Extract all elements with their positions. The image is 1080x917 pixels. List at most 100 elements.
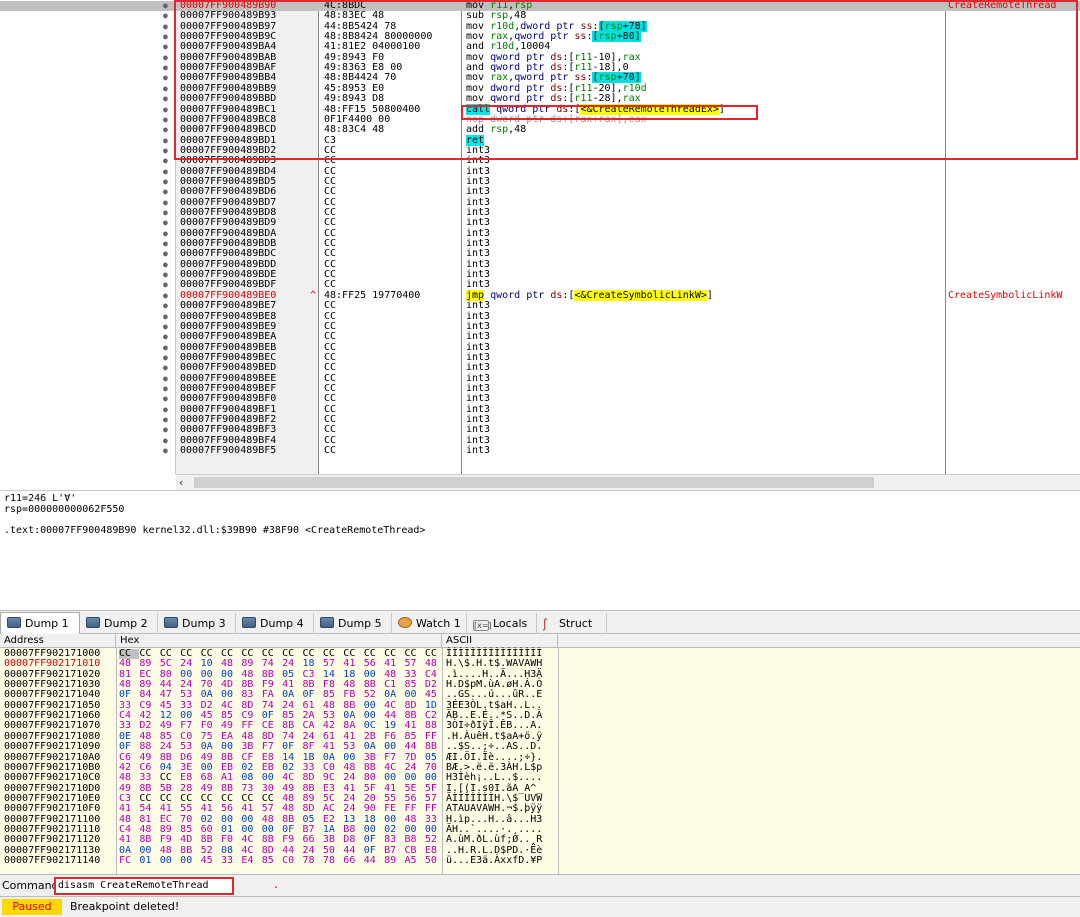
disasm-row[interactable]: ● 00007FF900489BD7 CC int3 [0,197,1080,208]
disasm-row[interactable]: ● 00007FF900489BEF CC int3 [0,383,1080,394]
command-input[interactable]: disasm CreateRemoteThread [54,877,234,895]
dump-row[interactable]: 00007FF902171090 0F 88 24 53 0A 00 3B F7 0F 8F 41 53… [0,741,1080,752]
breakpoint-dot-icon[interactable]: ● [163,425,168,435]
dump-ascii[interactable]: ü...E3ä.ÀxxfD.¥P [446,855,542,866]
disasm-row[interactable]: ● 00007FF900489BF2 CC int3 [0,414,1080,425]
disasm-row[interactable]: ● 00007FF900489BC8 0F1F4400 00 nop dword pt… [0,114,1080,125]
breakpoint-dot-icon[interactable]: ● [163,146,168,156]
breakpoint-dot-icon[interactable]: ● [163,53,168,63]
disasm-row[interactable]: ● 00007FF900489BEE CC int3 [0,373,1080,384]
dump-ascii[interactable]: ..$S..;÷..AS..D. [446,741,542,752]
disasm-row[interactable]: ● 00007FF900489BED CC int3 [0,362,1080,373]
breakpoint-dot-icon[interactable]: ● [163,22,168,32]
disasm-row[interactable]: ● 00007FF900489BD6 CC int3 [0,186,1080,197]
disasm-row[interactable]: ● 00007FF900489BD2 CC int3 [0,145,1080,156]
disasm-row[interactable]: ● 00007FF900489BEB CC int3 [0,342,1080,353]
dump-pane[interactable]: Address Hex ASCII 00007FF902171000 CC CC CC… [0,634,1080,874]
breakpoint-dot-icon[interactable]: ● [163,270,168,280]
breakpoint-dot-icon[interactable]: ● [163,280,168,290]
disasm-row[interactable]: ● 00007FF900489BCD 48:83C4 48 add rsp,48 [0,124,1080,135]
disasm-row[interactable]: ● 00007FF900489BDE CC int3 [0,269,1080,280]
dump-hex-bytes[interactable]: FC 01 00 00 45 33 E4 85 C0 78 78 66 44 89 A5 50 [119,855,445,866]
breakpoint-dot-icon[interactable]: ● [163,384,168,394]
dump-row[interactable]: 00007FF9021710C0 48 33 CC E8 68 A1 08 00 4C 8D 9C 24… [0,772,1080,783]
disasm-row[interactable]: ● 00007FF900489BEA CC int3 [0,331,1080,342]
dump-hex-bytes[interactable]: 48 33 CC E8 68 A1 08 00 4C 8D 9C 24 80 00 00 00 [119,772,445,783]
disasm-row[interactable]: ● 00007FF900489B90 4C:8BDC mov r11,rsp Creat… [0,0,1080,12]
breakpoint-dot-icon[interactable]: ● [163,198,168,208]
disasm-row[interactable]: ● 00007FF900489BD4 CC int3 [0,166,1080,177]
tab-struct[interactable]: ʃ Struct [537,613,607,634]
disasm-row[interactable]: ● 00007FF900489BDB CC int3 [0,238,1080,249]
breakpoint-dot-icon[interactable]: ● [163,260,168,270]
disassembly-pane[interactable]: ● 00007FF900489B90 4C:8BDC mov r11,rsp Creat… [0,0,1080,490]
breakpoint-dot-icon[interactable]: ● [163,301,168,311]
breakpoint-dot-icon[interactable]: ● [163,73,168,83]
header-ascii[interactable]: ASCII [442,634,558,648]
disasm-row[interactable]: ● 00007FF900489BDD CC int3 [0,259,1080,270]
breakpoint-dot-icon[interactable]: ● [163,136,168,146]
breakpoint-dot-icon[interactable]: ● [163,415,168,425]
header-address[interactable]: Address [0,634,116,648]
breakpoint-dot-icon[interactable]: ● [163,42,168,52]
tab-watch-1[interactable]: Watch 1 [392,613,467,634]
breakpoint-dot-icon[interactable]: ● [163,11,168,21]
disasm-row[interactable]: ● 00007FF900489BF5 CC int3 [0,445,1080,456]
breakpoint-dot-icon[interactable]: ● [163,332,168,342]
breakpoint-dot-icon[interactable]: ● [163,229,168,239]
disasm-row[interactable]: ● 00007FF900489BE0 ^ 48:FF25 19770400 jmp qw… [0,289,1080,301]
breakpoint-dot-icon[interactable]: ● [163,156,168,166]
tab-dump-4[interactable]: Dump 4 [236,613,314,634]
breakpoint-dot-icon[interactable]: ● [163,94,168,104]
breakpoint-dot-icon[interactable]: ● [163,239,168,249]
scroll-left-icon[interactable]: ‹ [178,476,190,489]
breakpoint-dot-icon[interactable]: ● [163,374,168,384]
breakpoint-dot-icon[interactable]: ● [163,84,168,94]
tab-dump-2[interactable]: Dump 2 [80,613,158,634]
breakpoint-dot-icon[interactable]: ● [163,436,168,446]
breakpoint-dot-icon[interactable]: ● [163,115,168,125]
tab-dump-5[interactable]: Dump 5 [314,613,392,634]
tab-locals[interactable]: [x=]Locals [467,613,537,634]
disasm-row[interactable]: ● 00007FF900489BD1 C3 ret [0,134,1080,146]
breakpoint-dot-icon[interactable]: ● [163,167,168,177]
disasm-row[interactable]: ● 00007FF900489BE7 CC int3 [0,300,1080,311]
tab-dump-1[interactable]: Dump 1 [0,612,80,635]
disasm-row[interactable]: ● 00007FF900489BD5 CC int3 [0,176,1080,187]
breakpoint-dot-icon[interactable]: ● [163,249,168,259]
breakpoint-dot-icon[interactable]: ● [163,125,168,135]
disasm-row[interactable]: ● 00007FF900489BDA CC int3 [0,228,1080,239]
disasm-row[interactable]: ● 00007FF900489BF3 CC int3 [0,424,1080,435]
dump-ascii[interactable]: H3Ìèh¡..L..$.... [446,772,542,783]
header-hex[interactable]: Hex [116,634,442,648]
disasm-row[interactable]: ● 00007FF900489BF0 CC int3 [0,393,1080,404]
breakpoint-dot-icon[interactable]: ● [163,105,168,115]
breakpoint-dot-icon[interactable]: ● [163,63,168,73]
breakpoint-dot-icon[interactable]: ● [163,394,168,404]
breakpoint-dot-icon[interactable]: ● [163,343,168,353]
breakpoint-dot-icon[interactable]: ● [163,218,168,228]
dump-hex-bytes[interactable]: 0F 88 24 53 0A 00 3B F7 0F 8F 41 53 0A 00 44 8B [119,741,445,752]
horizontal-scrollbar[interactable]: ‹ [176,474,1080,490]
disasm-row[interactable]: ● 00007FF900489BD9 CC int3 [0,217,1080,228]
scrollbar-thumb[interactable] [194,477,874,488]
breakpoint-dot-icon[interactable]: ● [163,187,168,197]
breakpoint-dot-icon[interactable]: ● [163,405,168,415]
disasm-row[interactable]: ● 00007FF900489BDC CC int3 [0,249,1080,260]
breakpoint-dot-icon[interactable]: ● [163,177,168,187]
tab-dump-3[interactable]: Dump 3 [158,613,236,634]
breakpoint-dot-icon[interactable]: ● [163,208,168,218]
breakpoint-dot-icon[interactable]: ● [163,322,168,332]
breakpoint-dot-icon[interactable]: ● [163,446,168,456]
breakpoint-dot-icon[interactable]: ● [163,312,168,322]
disasm-row[interactable]: ● 00007FF900489BE9 CC int3 [0,321,1080,332]
disasm-row[interactable]: ● 00007FF900489BF4 CC int3 [0,435,1080,446]
disasm-row[interactable]: ● 00007FF900489BEC CC int3 [0,352,1080,363]
disasm-row[interactable]: ● 00007FF900489BF1 CC int3 [0,404,1080,415]
breakpoint-dot-icon[interactable]: ● [163,363,168,373]
breakpoint-dot-icon[interactable]: ● [163,1,168,11]
breakpoint-dot-icon[interactable]: ● [163,32,168,42]
dump-row[interactable]: 00007FF902171140 FC 01 00 00 45 33 E4 85 C0 78 78 66… [0,855,1080,866]
breakpoint-dot-icon[interactable]: ● [163,353,168,363]
breakpoint-dot-icon[interactable]: ● [163,291,168,301]
